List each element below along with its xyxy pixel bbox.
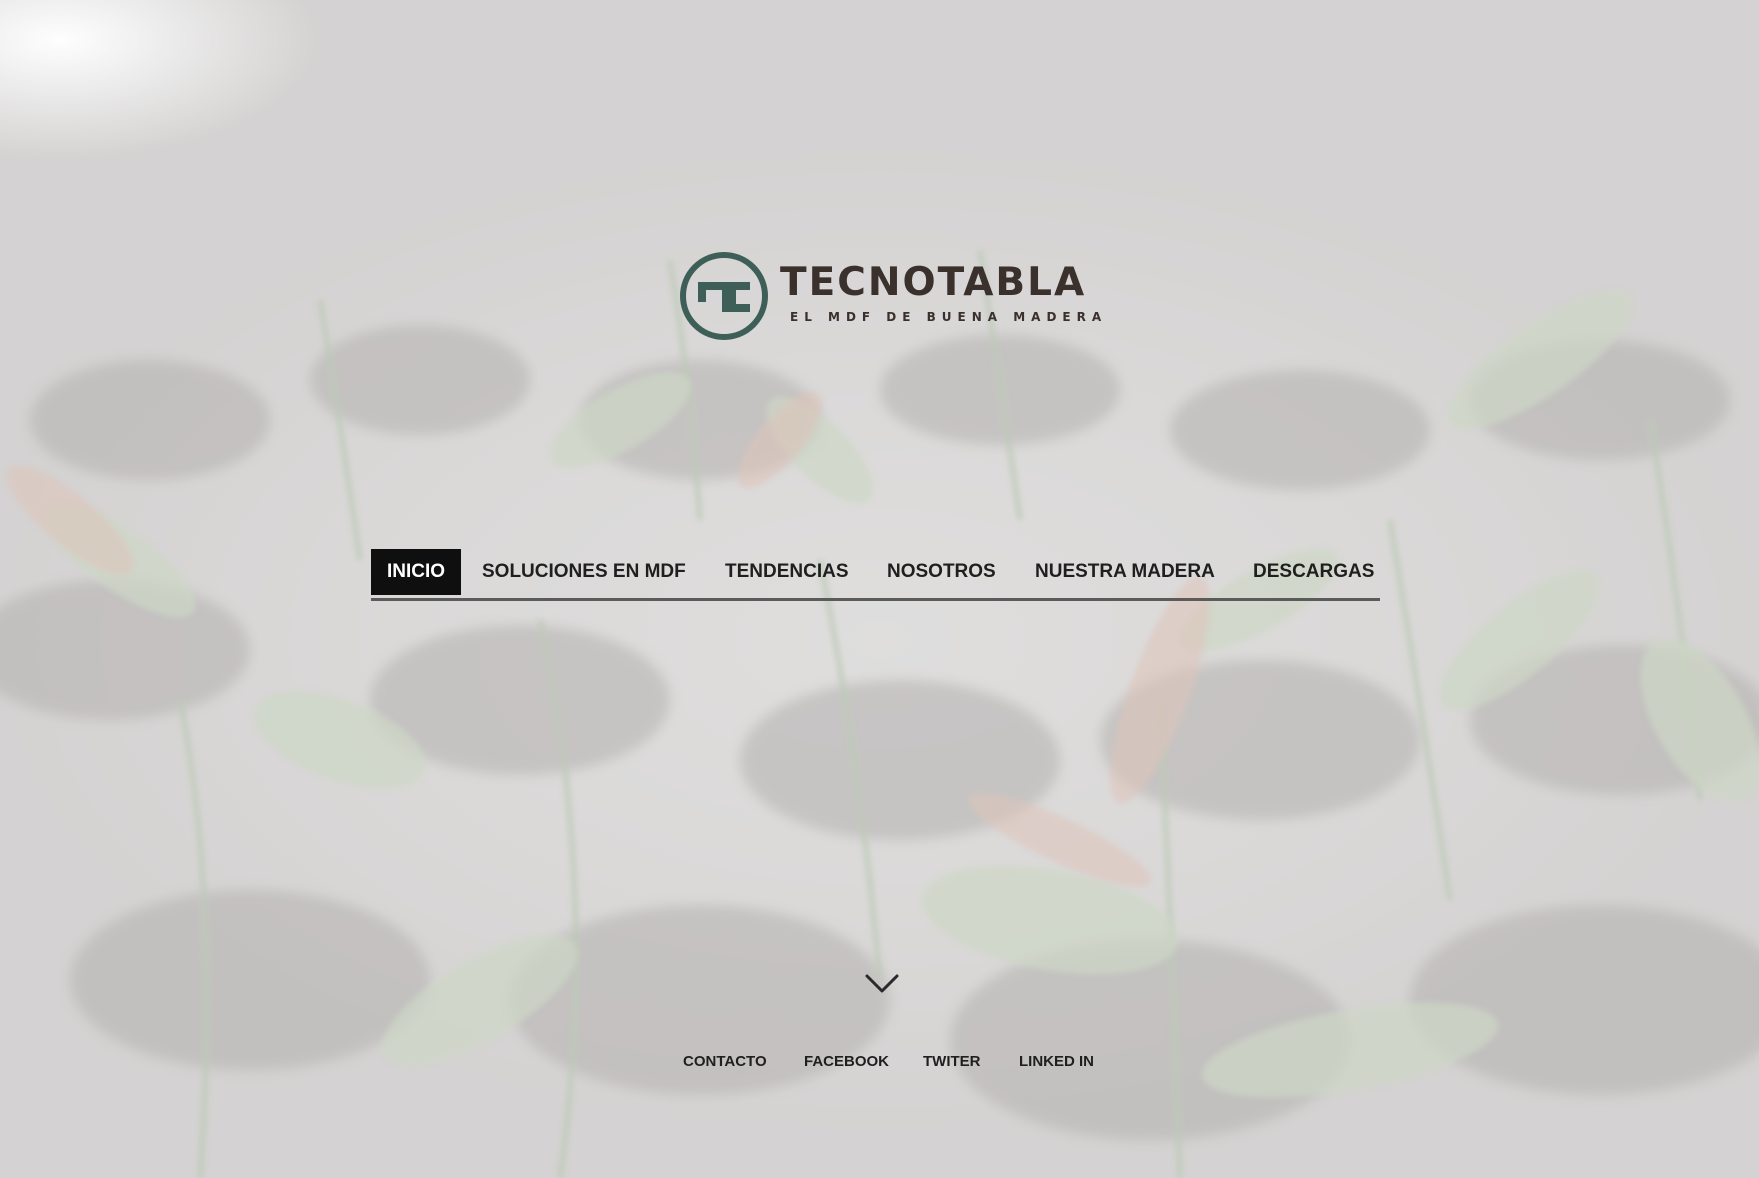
tecnotabla-logo-mark-icon: [680, 252, 768, 340]
footer-link-linkedin[interactable]: LINKED IN: [1019, 1053, 1094, 1070]
brand-tagline: EL MDF DE BUENA MADERA: [790, 310, 1108, 324]
nav-item-soluciones-en-mdf[interactable]: SOLUCIONES EN MDF: [482, 549, 686, 595]
brand-logo[interactable]: TECNOTABLA EL MDF DE BUENA MADERA: [678, 250, 1101, 342]
page: TECNOTABLA EL MDF DE BUENA MADERA INICIO…: [0, 0, 1759, 1178]
nav-item-inicio[interactable]: INICIO: [371, 549, 462, 595]
nav-item-nuestra-madera[interactable]: NUESTRA MADERA: [1035, 549, 1215, 595]
footer-link-twitter[interactable]: TWITER: [923, 1053, 981, 1070]
main-navigation: INICIO SOLUCIONES EN MDF TENDENCIAS NOSO…: [371, 549, 1380, 601]
nav-item-nosotros[interactable]: NOSOTROS: [887, 549, 996, 595]
chevron-down-icon[interactable]: [864, 972, 900, 996]
footer-link-facebook[interactable]: FACEBOOK: [804, 1053, 889, 1070]
brand-name: TECNOTABLA: [780, 260, 1087, 305]
nav-item-tendencias[interactable]: TENDENCIAS: [725, 549, 849, 595]
nav-item-descargas[interactable]: DESCARGAS: [1253, 549, 1374, 595]
footer-link-contacto[interactable]: CONTACTO: [683, 1053, 767, 1070]
footer-links: CONTACTO FACEBOOK TWITER LINKED IN: [0, 1053, 1759, 1075]
